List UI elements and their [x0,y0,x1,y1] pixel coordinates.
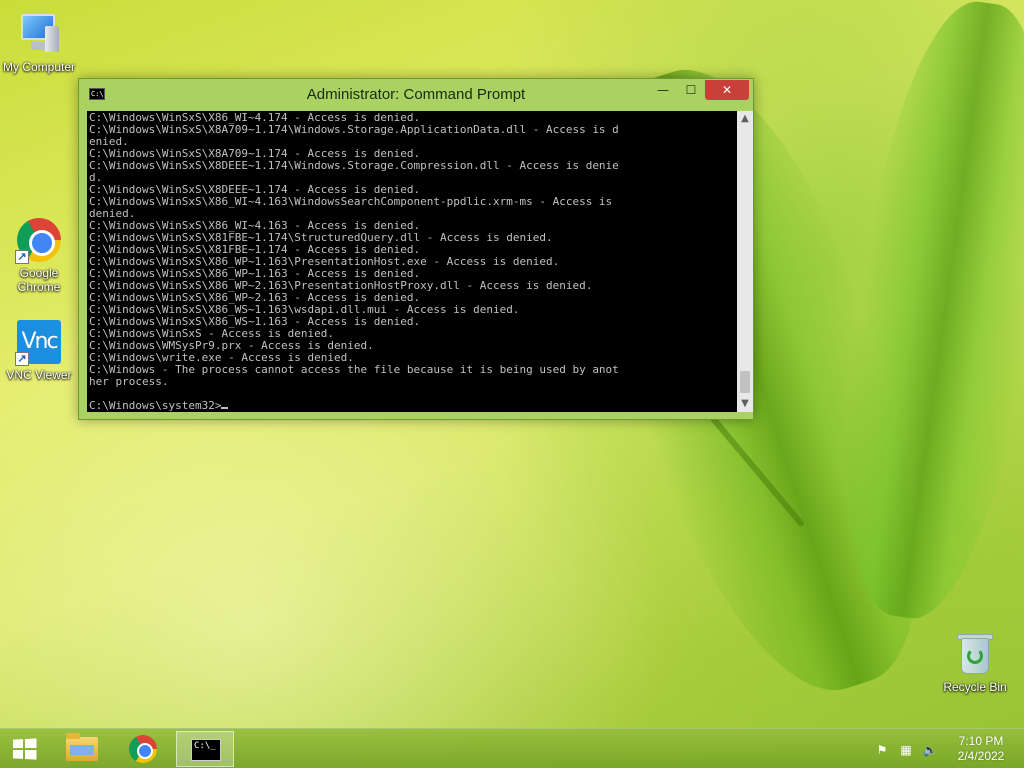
chrome-icon: ↗ [15,216,63,264]
chrome-icon [129,735,157,763]
command-prompt-window[interactable]: C:\ Administrator: Command Prompt — ☐ ✕ … [78,78,754,420]
system-clock[interactable]: 7:10 PM 2/4/2022 [948,734,1014,764]
vertical-scrollbar[interactable]: ▲ ▼ [737,111,753,412]
console-line: C:\Windows\WinSxS\X8A709~1.174\Windows.S… [89,123,619,136]
volume-muted-icon[interactable]: 🔈 [922,742,938,758]
shortcut-arrow-icon: ↗ [15,250,29,264]
minimize-button[interactable]: — [649,80,677,100]
taskbar-command-prompt[interactable]: C:\_ [176,731,234,767]
desktop-icon-label: Recycle Bin [943,680,1007,694]
scroll-down-button[interactable]: ▼ [737,396,753,412]
close-button[interactable]: ✕ [705,80,749,100]
console-line: C:\Windows\WinSxS\X86_WI~4.163\WindowsSe… [89,195,613,208]
desktop-icon-label: My Computer [2,60,76,74]
text-cursor [221,407,229,409]
console-line: C:\Windows\system32> [89,400,737,412]
console-line: C:\Windows - The process cannot access t… [89,363,619,376]
taskbar: C:\_ ⚑ ▦ 🔈 7:10 PM 2/4/2022 [0,728,1024,768]
taskbar-file-explorer[interactable] [52,731,110,767]
console-output[interactable]: C:\Windows\WinSxS\X86_WI~4.174 - Access … [87,111,737,412]
desktop-icon-label: Google Chrome [17,266,61,294]
action-center-flag-icon[interactable]: ⚑ [874,742,890,758]
desktop-icon-my-computer[interactable]: My Computer [0,10,78,74]
window-titlebar[interactable]: C:\ Administrator: Command Prompt — ☐ ✕ [79,79,753,109]
taskbar-google-chrome[interactable] [114,731,172,767]
clock-date: 2/4/2022 [957,749,1005,763]
recycle-bin-icon [951,630,999,678]
console-line: her process. [89,375,169,388]
desktop-icon-label: VNC Viewer [6,368,72,382]
network-icon[interactable]: ▦ [898,742,914,758]
cmd-icon: C:\_ [191,739,221,761]
desktop-icon-google-chrome[interactable]: ↗ Google Chrome [0,216,78,294]
console-line: C:\Windows\WinSxS\X8DEEE~1.174\Windows.S… [89,159,619,172]
vnc-icon: Vnc ↗ [15,318,63,366]
maximize-button[interactable]: ☐ [677,80,705,100]
desktop-icon-vnc-viewer[interactable]: Vnc ↗ VNC Viewer [0,318,78,382]
clock-time: 7:10 PM [958,734,1004,748]
computer-icon [15,10,63,58]
windows-logo-icon [12,738,37,760]
scroll-up-button[interactable]: ▲ [737,111,753,127]
shortcut-arrow-icon: ↗ [15,352,29,366]
desktop-icon-recycle-bin[interactable]: Recycle Bin [936,630,1014,694]
start-button[interactable] [8,735,40,763]
scroll-thumb[interactable] [740,371,750,393]
folder-icon [66,733,98,761]
